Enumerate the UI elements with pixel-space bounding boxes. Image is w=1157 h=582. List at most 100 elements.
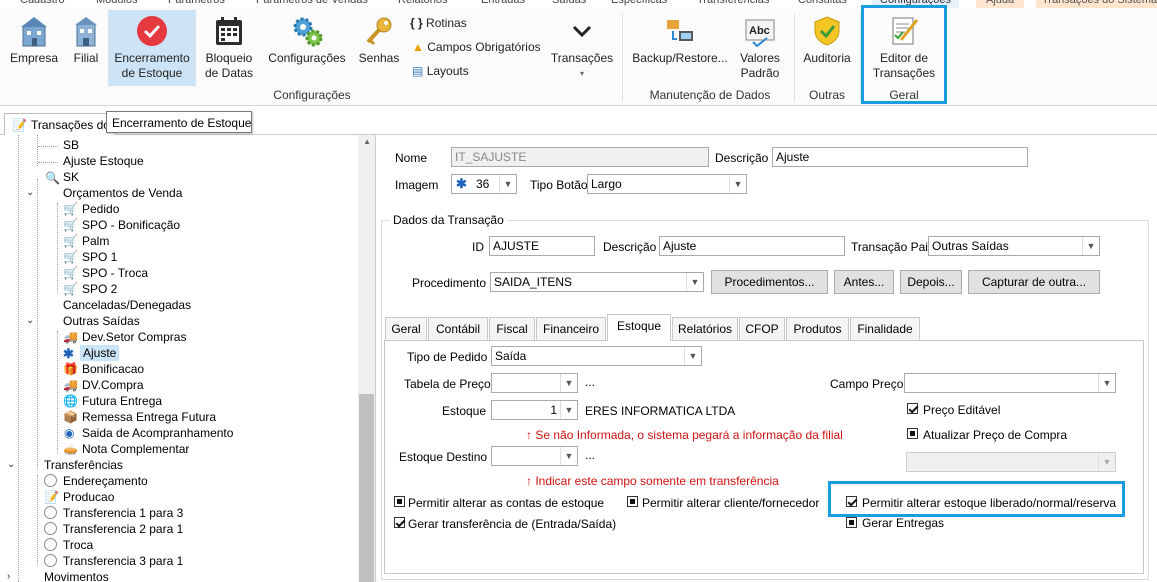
tree-folder[interactable]: Transferências	[44, 457, 123, 473]
campos-obrigatorios-button[interactable]: ▲ Campos Obrigatórios	[412, 40, 541, 54]
menu-tab-relatorios[interactable]: Relatórios	[398, 0, 448, 8]
tree-item[interactable]: Pedido	[82, 201, 119, 217]
menu-tab-parametros-vendas[interactable]: Parâmetros de Vendas	[256, 0, 368, 8]
menu-tab-especificas[interactable]: Específicas	[611, 0, 667, 8]
permitir-contas-checkbox[interactable]	[394, 496, 405, 507]
layouts-button[interactable]: ▤ Layouts	[412, 64, 469, 78]
procedimentos-button[interactable]: Procedimentos...	[711, 270, 828, 294]
gerar-entregas-checkbox[interactable]	[846, 517, 857, 528]
chevron-down-icon[interactable]: ▼	[686, 273, 703, 291]
senhas-button[interactable]: Senhas	[356, 10, 402, 84]
configuracoes-button[interactable]: Configurações	[264, 10, 350, 84]
tree-item[interactable]: SPO - Troca	[82, 265, 148, 281]
tree-item[interactable]: Canceladas/Denegadas	[63, 297, 191, 313]
chevron-down-icon[interactable]: ▼	[560, 374, 577, 392]
tipo-botao-select[interactable]: Largo ▼	[587, 174, 747, 194]
menu-tab-transferencias[interactable]: Transferências	[697, 0, 769, 8]
tab-cfop[interactable]: CFOP	[739, 317, 785, 340]
tree-item[interactable]: Bonificacao	[82, 361, 144, 377]
rotinas-button[interactable]: { } Rotinas	[410, 16, 467, 30]
depois-button[interactable]: Depois...	[900, 270, 962, 294]
menu-tab-ajuda[interactable]: Ajuda	[976, 0, 1025, 8]
descricao-field[interactable]: Ajuste	[772, 147, 1028, 167]
nome-field[interactable]: IT_SAJUSTE	[451, 147, 709, 167]
tipo-pedido-select[interactable]: Saída ▼	[491, 346, 702, 366]
procedimento-select[interactable]: SAIDA_ITENS ▼	[490, 272, 704, 292]
estoque-destino-ellipsis-button[interactable]: ...	[585, 448, 595, 462]
tree-item[interactable]: SK	[63, 169, 79, 185]
tree-item[interactable]: Endereçamento	[63, 473, 148, 489]
tree-item[interactable]: Saida de Acompranhamento	[82, 425, 233, 441]
preco-editavel-checkbox[interactable]	[907, 403, 918, 414]
tab-financeiro[interactable]: Financeiro	[536, 317, 606, 340]
chevron-down-icon[interactable]: ▼	[499, 175, 516, 193]
backup-restore-button[interactable]: Backup/Restore...	[630, 10, 730, 84]
menu-tab-saidas[interactable]: Saídas	[552, 0, 586, 8]
tree-item[interactable]: SPO 1	[82, 249, 117, 265]
permitir-cliente-checkbox[interactable]	[627, 496, 638, 507]
tab-produtos[interactable]: Produtos	[786, 317, 849, 340]
tree-item[interactable]: Producao	[63, 489, 114, 505]
estoque-select[interactable]: 1 ▼	[491, 400, 578, 420]
chevron-down-icon[interactable]: ▼	[729, 175, 746, 193]
chevron-down-icon[interactable]: ▼	[560, 401, 577, 419]
expand-toggle-icon[interactable]: ⌄	[7, 459, 15, 470]
transacoes-button[interactable]: Transações ▾	[550, 10, 614, 84]
empresa-button[interactable]: Empresa	[6, 10, 62, 84]
tab-fiscal[interactable]: Fiscal	[489, 317, 535, 340]
tree-item[interactable]: Nota Complementar	[82, 441, 189, 457]
tree-scrollbar[interactable]: ▲	[358, 135, 375, 582]
tab-geral[interactable]: Geral	[385, 317, 427, 340]
tabela-preco-ellipsis-button[interactable]: ...	[585, 375, 595, 389]
tree-item[interactable]: Transferencia 3 para 1	[63, 553, 183, 569]
tree-item[interactable]: Transferencia 2 para 1	[63, 521, 183, 537]
tree-item[interactable]: Dev.Setor Compras	[82, 329, 186, 345]
tree-item[interactable]: Palm	[82, 233, 109, 249]
capturar-button[interactable]: Capturar de outra...	[968, 270, 1100, 294]
tree-folder[interactable]: Outras Saídas	[63, 313, 140, 329]
expand-toggle-icon[interactable]: ⌄	[26, 187, 34, 198]
chevron-down-icon[interactable]: ▼	[684, 347, 701, 365]
scrollbar-thumb[interactable]	[359, 394, 374, 582]
scroll-up-icon[interactable]: ▲	[363, 137, 371, 146]
filial-button[interactable]: Filial	[66, 10, 106, 84]
chevron-down-icon[interactable]: ▼	[1098, 374, 1115, 392]
gerar-transferencia-checkbox[interactable]	[394, 517, 405, 528]
imagem-select[interactable]: ✱ 36 ▼	[451, 174, 517, 194]
tree-item[interactable]: SPO 2	[82, 281, 117, 297]
tree-item[interactable]: DV.Compra	[82, 377, 144, 393]
menu-tab-parametros[interactable]: Parâmetros	[168, 0, 225, 8]
menu-tab-modulos[interactable]: Módulos	[96, 0, 138, 8]
descricao2-field[interactable]: Ajuste	[659, 236, 845, 256]
encerramento-estoque-button[interactable]: Encerramento de Estoque	[108, 10, 196, 86]
menu-tab-entradas[interactable]: Entradas	[481, 0, 525, 8]
transacao-pai-select[interactable]: Outras Saídas ▼	[928, 236, 1100, 256]
menu-tab-consultas[interactable]: Consultas	[798, 0, 847, 8]
estoque-destino-select[interactable]: ▼	[491, 446, 578, 466]
chevron-down-icon[interactable]: ▼	[560, 447, 577, 465]
expand-toggle-icon[interactable]: ›	[7, 571, 10, 582]
tree-item[interactable]: Ajuste Estoque	[63, 153, 144, 169]
expand-toggle-icon[interactable]: ⌄	[26, 315, 34, 326]
atualizar-preco-checkbox[interactable]	[907, 428, 918, 439]
antes-button[interactable]: Antes...	[834, 270, 894, 294]
campo-preco-select[interactable]: ▼	[904, 373, 1116, 393]
tree-item[interactable]: Troca	[63, 537, 93, 553]
tabela-preco-select[interactable]: ▼	[491, 373, 578, 393]
tree-item-selected[interactable]: Ajuste	[80, 345, 120, 361]
menu-tab-cadastro[interactable]: Cadastro	[20, 0, 65, 8]
chevron-down-icon[interactable]: ▼	[1082, 237, 1099, 255]
tree-item[interactable]: SB	[63, 137, 79, 153]
document-tab[interactable]: 📝 Transações do Sistema	[4, 113, 116, 135]
tree-folder[interactable]: Orçamentos de Venda	[63, 185, 182, 201]
tree-item[interactable]: Remessa Entrega Futura	[82, 409, 216, 425]
menu-tab-transacoes-sistema[interactable]: Transações do Sistema	[1036, 0, 1157, 8]
tab-estoque[interactable]: Estoque	[607, 314, 671, 341]
auditoria-button[interactable]: Auditoria	[798, 10, 856, 84]
valores-padrao-button[interactable]: Abc Valores Padrão	[736, 10, 784, 84]
tab-contabil[interactable]: Contábil	[428, 317, 488, 340]
id-field[interactable]: AJUSTE	[489, 236, 595, 256]
tree-folder[interactable]: Movimentos	[44, 569, 109, 582]
tree-item[interactable]: Transferencia 1 para 3	[63, 505, 183, 521]
bloqueio-datas-button[interactable]: Bloqueio de Datas	[200, 10, 258, 84]
